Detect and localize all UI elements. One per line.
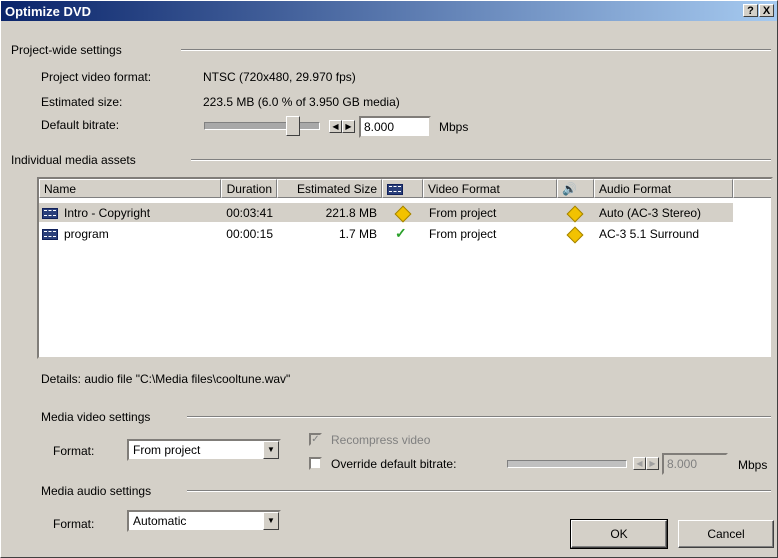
video-format-label: Format: xyxy=(53,444,95,458)
video-format-value: From project xyxy=(133,443,201,457)
column-video-status[interactable] xyxy=(382,179,423,198)
film-icon xyxy=(42,229,58,241)
title-bar[interactable]: Optimize DVD ? X xyxy=(1,1,777,21)
default-bitrate-slider[interactable] xyxy=(204,122,320,130)
close-button[interactable]: X xyxy=(759,4,774,17)
estimated-size-value: 223.5 MB (6.0 % of 3.950 GB media) xyxy=(203,95,400,109)
asset-audio-format: Auto (AC-3 Stereo) xyxy=(599,206,702,220)
media-audio-divider xyxy=(187,490,771,492)
override-bitrate-label: Override default bitrate: xyxy=(331,457,457,471)
column-filler xyxy=(733,179,771,198)
media-bitrate-slider[interactable] xyxy=(507,460,627,468)
table-row[interactable]: program 00:00:15 1.7 MB ✓ From project A… xyxy=(39,224,733,244)
media-assets-list[interactable]: Name Duration Estimated Size Video Forma… xyxy=(37,177,773,359)
override-bitrate-checkbox[interactable] xyxy=(309,457,322,470)
chevron-down-icon[interactable]: ▼ xyxy=(263,512,279,530)
ok-button[interactable]: OK xyxy=(570,519,668,549)
chevron-down-icon[interactable]: ▼ xyxy=(263,441,279,459)
column-duration[interactable]: Duration xyxy=(221,179,277,198)
cancel-button[interactable]: Cancel xyxy=(678,520,774,548)
column-estimated-size[interactable]: Estimated Size xyxy=(277,179,382,198)
project-settings-divider xyxy=(181,49,771,51)
default-bitrate-input[interactable] xyxy=(359,116,431,138)
column-video-format[interactable]: Video Format xyxy=(423,179,557,198)
audio-format-select[interactable]: Automatic ▼ xyxy=(127,510,281,532)
warning-icon xyxy=(566,226,584,244)
column-audio-format[interactable]: Audio Format xyxy=(594,179,733,198)
media-bitrate-decrease-button[interactable]: ◀ xyxy=(633,457,646,470)
optimize-dvd-dialog: Optimize DVD ? X Project-wide settings P… xyxy=(0,0,778,558)
bitrate-decrease-button[interactable]: ◀ xyxy=(329,120,342,133)
asset-name: program xyxy=(64,227,109,241)
asset-video-format: From project xyxy=(429,206,497,220)
default-bitrate-slider-thumb[interactable] xyxy=(286,116,300,136)
media-video-settings-label: Media video settings xyxy=(41,410,151,424)
project-video-format-label: Project video format: xyxy=(41,70,152,84)
media-assets-divider xyxy=(191,159,771,161)
asset-size: 1.7 MB xyxy=(338,227,377,241)
asset-duration: 00:03:41 xyxy=(226,206,273,220)
window-title: Optimize DVD xyxy=(5,4,91,19)
audio-format-label: Format: xyxy=(53,517,95,531)
video-format-select[interactable]: From project ▼ xyxy=(127,439,281,461)
project-settings-label: Project-wide settings xyxy=(11,43,122,57)
list-header: Name Duration Estimated Size Video Forma… xyxy=(39,179,771,198)
column-audio-status[interactable]: 🔊 xyxy=(557,179,594,198)
media-bitrate-input[interactable] xyxy=(662,453,728,475)
check-icon: ✓ xyxy=(395,225,407,241)
media-audio-settings-label: Media audio settings xyxy=(41,484,152,498)
project-video-format-value: NTSC (720x480, 29.970 fps) xyxy=(203,70,356,84)
table-row[interactable]: Intro - Copyright 00:03:41 221.8 MB From… xyxy=(39,203,733,223)
bitrate-increase-button[interactable]: ▶ xyxy=(342,120,355,133)
column-name[interactable]: Name xyxy=(39,179,221,198)
asset-name: Intro - Copyright xyxy=(64,206,151,220)
audio-format-value: Automatic xyxy=(133,514,187,528)
asset-video-format: From project xyxy=(429,227,497,241)
media-bitrate-increase-button[interactable]: ▶ xyxy=(646,457,659,470)
film-icon xyxy=(387,184,403,196)
media-bitrate-unit: Mbps xyxy=(738,458,768,472)
asset-size: 221.8 MB xyxy=(325,206,377,220)
asset-duration: 00:00:15 xyxy=(226,227,273,241)
recompress-video-label: Recompress video xyxy=(331,433,431,447)
asset-audio-format: AC-3 5.1 Surround xyxy=(599,227,700,241)
estimated-size-label: Estimated size: xyxy=(41,95,123,109)
default-bitrate-unit: Mbps xyxy=(439,120,469,134)
audio-icon: 🔊 xyxy=(562,182,577,196)
media-video-divider xyxy=(187,416,771,418)
recompress-video-checkbox[interactable]: ✓ xyxy=(309,433,322,446)
default-bitrate-label: Default bitrate: xyxy=(41,118,120,132)
warning-icon xyxy=(566,205,584,223)
media-assets-label: Individual media assets xyxy=(11,153,136,167)
details-text: Details: audio file "C:\Media files\cool… xyxy=(41,372,291,386)
warning-icon xyxy=(394,205,412,223)
help-button[interactable]: ? xyxy=(743,4,758,17)
film-icon xyxy=(42,208,58,220)
